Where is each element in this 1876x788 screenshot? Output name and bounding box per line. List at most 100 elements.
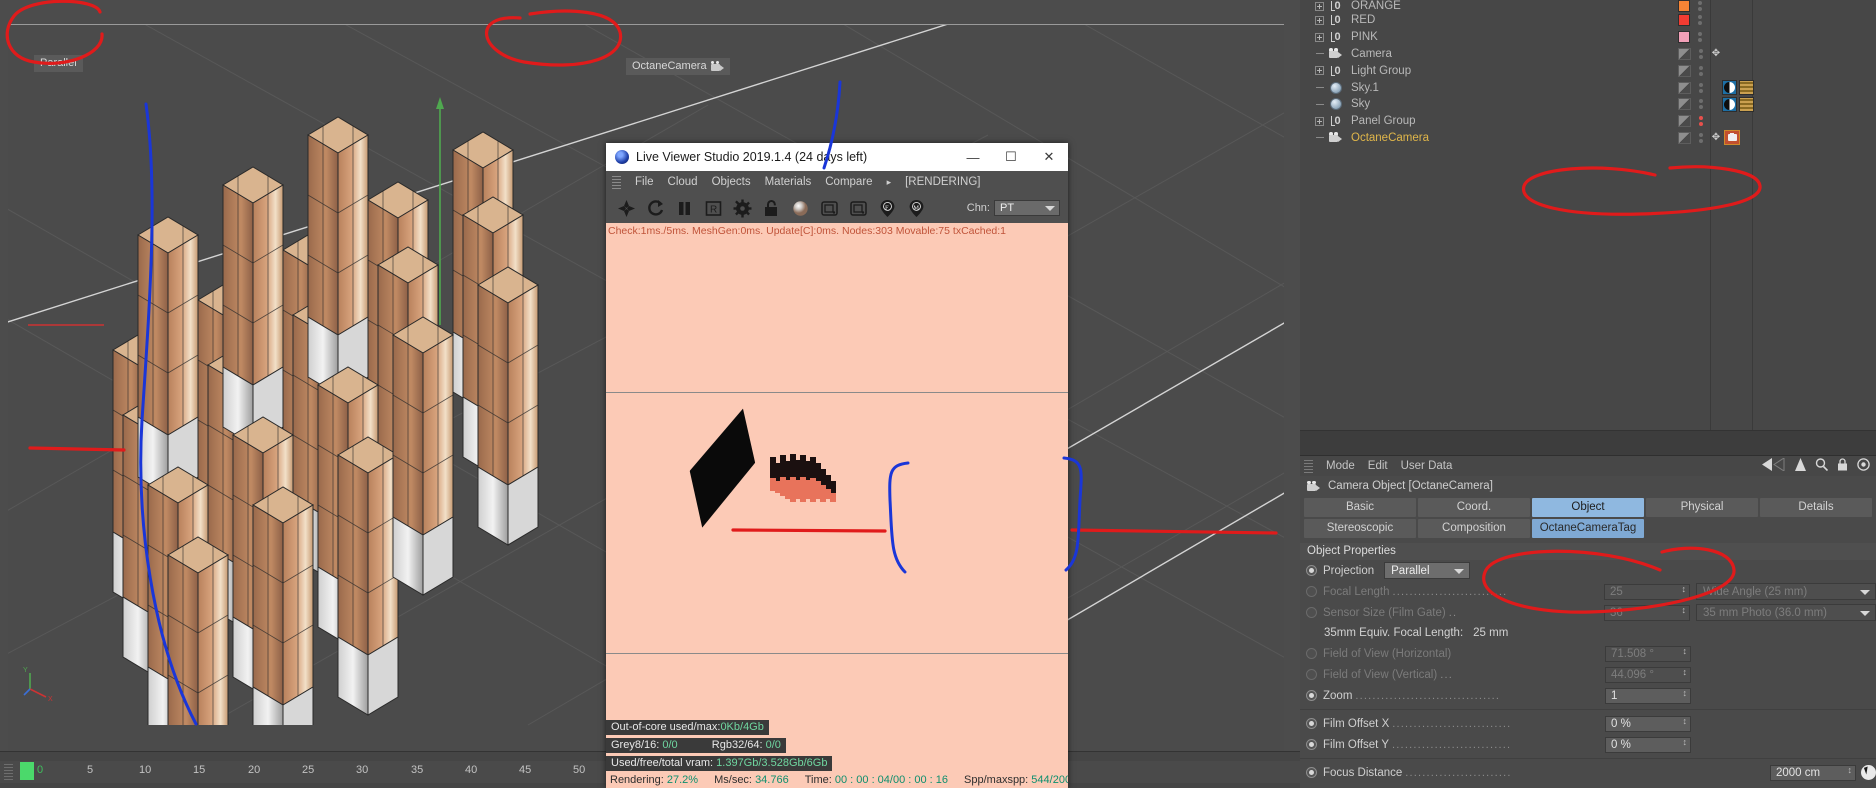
visibility-dots[interactable] bbox=[1693, 15, 1707, 26]
menu-materials[interactable]: Materials bbox=[765, 176, 812, 188]
film-offset-y-field[interactable]: 0 % ↕ bbox=[1605, 736, 1691, 753]
tab-basic[interactable]: Basic bbox=[1304, 498, 1416, 517]
panel-grip-icon[interactable] bbox=[1304, 459, 1313, 473]
property-row-film-offset-y[interactable]: Film Offset Y ..........................… bbox=[1300, 734, 1876, 755]
expand-toggle-icon[interactable] bbox=[1304, 66, 1326, 76]
expand-toggle-icon[interactable] bbox=[1304, 116, 1326, 126]
object-row-columns[interactable] bbox=[1678, 0, 1707, 12]
property-toggle-icon[interactable] bbox=[1306, 690, 1317, 701]
visibility-toggle[interactable] bbox=[1678, 47, 1691, 60]
attribute-manager[interactable]: Mode Edit User Data Camera Object [Octan… bbox=[1300, 455, 1876, 788]
expand-toggle-icon[interactable] bbox=[1304, 32, 1326, 42]
object-manager-row-octanecamera[interactable]: OctaneCamera ✥ bbox=[1300, 130, 1876, 147]
property-toggle-icon[interactable] bbox=[1306, 648, 1317, 659]
channel-dropdown[interactable]: PT bbox=[994, 200, 1060, 216]
visibility-dots[interactable] bbox=[1693, 1, 1707, 11]
back-arrow-icon[interactable] bbox=[1762, 458, 1786, 471]
visibility-toggle[interactable] bbox=[1678, 131, 1691, 144]
visibility-dots[interactable] bbox=[1694, 116, 1708, 127]
focus-pin-icon[interactable]: F bbox=[874, 196, 900, 220]
focal-length-field[interactable]: 25 ↕ bbox=[1604, 583, 1690, 600]
property-row-focus-distance[interactable]: Focus Distance .........................… bbox=[1300, 762, 1876, 783]
sensor-size-preset-dropdown[interactable]: 35 mm Photo (36.0 mm) bbox=[1696, 604, 1876, 621]
object-row-columns[interactable] bbox=[1678, 29, 1707, 46]
tab-details[interactable]: Details bbox=[1760, 498, 1872, 517]
menu-cloud[interactable]: Cloud bbox=[668, 176, 698, 188]
projection-dropdown[interactable]: Parallel bbox=[1384, 562, 1471, 579]
object-manager-row[interactable]: Sky.1 bbox=[1300, 79, 1876, 96]
visibility-toggle[interactable] bbox=[1678, 98, 1691, 111]
live-viewer-window[interactable]: Live Viewer Studio 2019.1.4 (24 days lef… bbox=[606, 143, 1068, 788]
property-row-zoom[interactable]: Zoom .................................. … bbox=[1300, 685, 1876, 706]
expand-toggle-icon[interactable] bbox=[1304, 15, 1326, 25]
menu-user-data[interactable]: User Data bbox=[1401, 460, 1453, 472]
octane-camera-tag-icon[interactable] bbox=[1724, 130, 1740, 146]
fov-horizontal-field[interactable]: 71.508 ° ↕ bbox=[1605, 645, 1691, 662]
environment-tag-icon[interactable] bbox=[1722, 96, 1737, 112]
focus-distance-field[interactable]: 2000 cm ↕ bbox=[1770, 764, 1856, 781]
pause-icon[interactable] bbox=[671, 196, 697, 220]
live-viewer-toolbar[interactable]: R F M Chn: PT bbox=[606, 193, 1068, 223]
lock-icon[interactable] bbox=[758, 196, 784, 220]
color-swatch[interactable] bbox=[1678, 14, 1690, 27]
menu-compare[interactable]: Compare bbox=[825, 176, 872, 188]
property-row-film-offset-x[interactable]: Film Offset X ..........................… bbox=[1300, 713, 1876, 734]
target-icon[interactable] bbox=[1857, 458, 1870, 471]
timeline-playhead[interactable] bbox=[20, 762, 34, 780]
minimize-button[interactable]: — bbox=[954, 143, 992, 171]
expand-toggle-icon[interactable] bbox=[1304, 1, 1326, 11]
object-row-columns[interactable]: ✥ bbox=[1678, 46, 1724, 63]
focus-picker-icon[interactable] bbox=[1861, 765, 1876, 780]
attribute-tabs-row-2[interactable]: Stereoscopic Composition OctaneCameraTag bbox=[1300, 519, 1876, 538]
color-swatch[interactable] bbox=[1678, 31, 1690, 44]
object-row-columns[interactable]: ✥ bbox=[1678, 130, 1740, 147]
property-toggle-icon[interactable] bbox=[1306, 669, 1317, 680]
object-manager[interactable]: 0 ORANGE 0 RED 0 PINK Camera ✥ 0 Light G… bbox=[1300, 0, 1876, 455]
stepper-icon[interactable]: ↕ bbox=[1683, 646, 1688, 655]
attribute-tabs-row-1[interactable]: Basic Coord. Object Physical Details bbox=[1300, 498, 1876, 517]
stepper-icon[interactable]: ↕ bbox=[1683, 688, 1688, 697]
property-row-fov-vertical[interactable]: Field of View (Vertical) ... 44.096 ° ↕ bbox=[1300, 664, 1876, 685]
channel-selector[interactable]: Chn: PT bbox=[967, 200, 1068, 216]
focal-length-preset-dropdown[interactable]: Wide Angle (25 mm) bbox=[1696, 583, 1876, 600]
tab-physical[interactable]: Physical bbox=[1646, 498, 1758, 517]
visibility-dots[interactable] bbox=[1694, 132, 1708, 143]
visibility-toggle[interactable] bbox=[1678, 64, 1691, 77]
object-manager-list[interactable]: 0 ORANGE 0 RED 0 PINK Camera ✥ 0 Light G… bbox=[1300, 0, 1876, 430]
object-row-columns[interactable] bbox=[1678, 113, 1708, 130]
object-manager-row[interactable]: 0 PINK bbox=[1300, 29, 1876, 46]
restart-render-icon[interactable] bbox=[613, 196, 639, 220]
menu-mode[interactable]: Mode bbox=[1326, 460, 1355, 472]
stepper-icon[interactable]: ↕ bbox=[1683, 716, 1688, 725]
fov-vertical-field[interactable]: 44.096 ° ↕ bbox=[1605, 666, 1691, 683]
material-pin-icon[interactable]: M bbox=[903, 196, 929, 220]
tab-coord[interactable]: Coord. bbox=[1418, 498, 1530, 517]
stepper-icon[interactable]: ↕ bbox=[1682, 605, 1687, 614]
animation-tag-icon[interactable] bbox=[1739, 96, 1754, 112]
property-toggle-icon[interactable] bbox=[1306, 718, 1317, 729]
environment-tag-icon[interactable] bbox=[1722, 80, 1737, 96]
close-button[interactable]: ✕ bbox=[1030, 143, 1068, 171]
property-toggle-icon[interactable] bbox=[1306, 607, 1317, 618]
property-toggle-icon[interactable] bbox=[1306, 565, 1317, 576]
object-manager-row[interactable]: Camera ✥ bbox=[1300, 46, 1876, 63]
sensor-size-field[interactable]: 36 ↕ bbox=[1604, 604, 1690, 621]
menu-file[interactable]: File bbox=[635, 176, 654, 188]
settings-gear-icon[interactable] bbox=[729, 196, 755, 220]
visibility-toggle[interactable] bbox=[1678, 81, 1691, 94]
object-row-columns[interactable] bbox=[1678, 62, 1708, 79]
visibility-dots[interactable] bbox=[1694, 82, 1708, 93]
film-offset-x-field[interactable]: 0 % ↕ bbox=[1605, 715, 1691, 732]
search-icon[interactable] bbox=[1815, 458, 1828, 471]
live-viewer-titlebar[interactable]: Live Viewer Studio 2019.1.4 (24 days lef… bbox=[606, 143, 1068, 171]
object-row-columns[interactable] bbox=[1678, 12, 1707, 29]
object-manager-row[interactable]: 0 Panel Group bbox=[1300, 113, 1876, 130]
visibility-dots[interactable] bbox=[1694, 48, 1708, 59]
visibility-dots[interactable] bbox=[1693, 32, 1707, 43]
region-render-icon[interactable]: R bbox=[700, 196, 726, 220]
stepper-icon[interactable]: ↕ bbox=[1682, 584, 1687, 593]
visibility-dots[interactable] bbox=[1694, 99, 1708, 110]
timeline-grip[interactable] bbox=[4, 764, 13, 780]
transform-tag-icon[interactable]: ✥ bbox=[1708, 48, 1724, 60]
menu-edit[interactable]: Edit bbox=[1368, 460, 1388, 472]
